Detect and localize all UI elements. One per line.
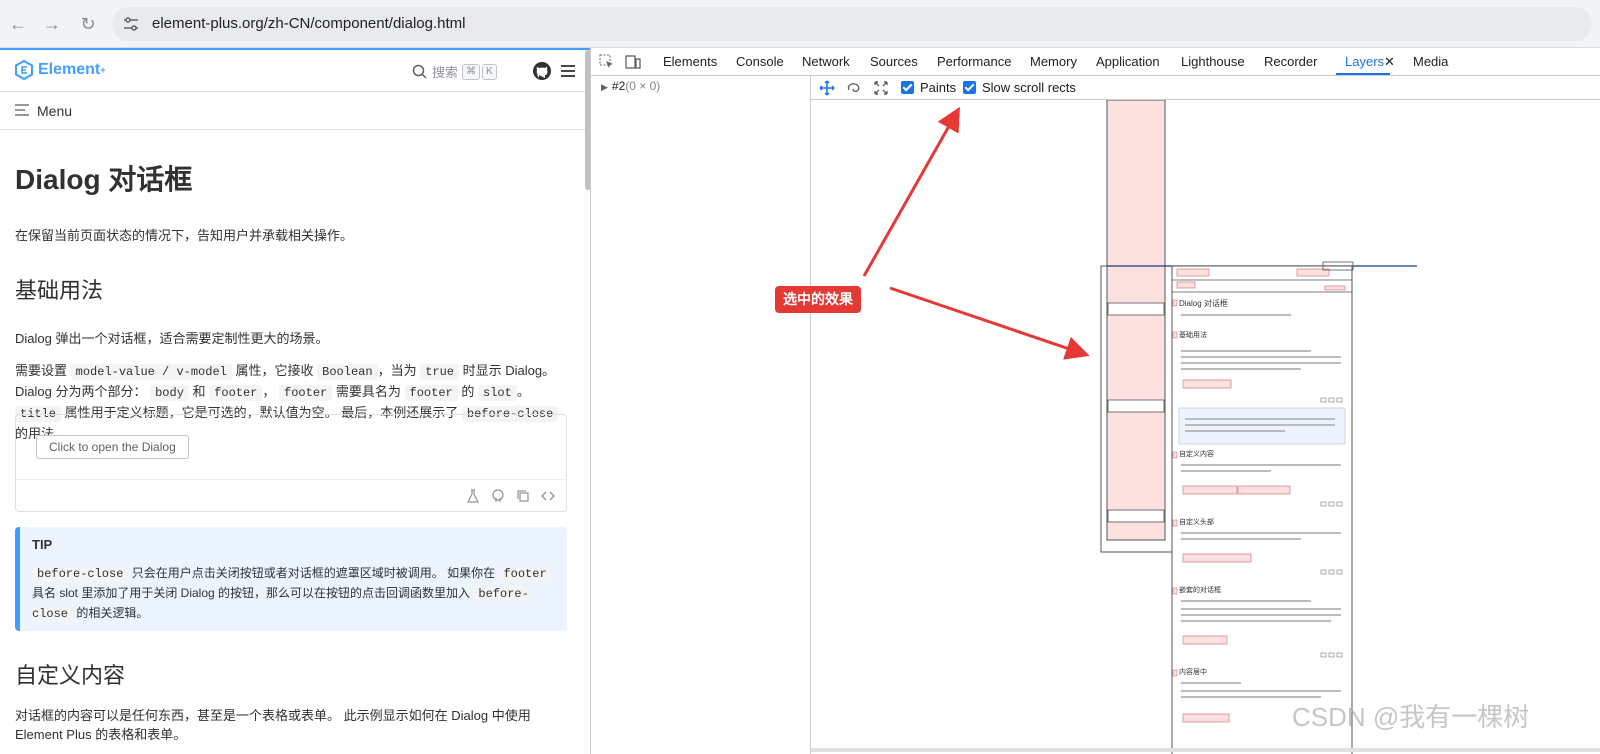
annotation-label: 选中的效果: [775, 286, 861, 313]
arrow-to-checkboxes: [862, 106, 960, 277]
watermark: CSDN @我有一棵树: [1292, 702, 1530, 732]
arrow-to-layer: [889, 286, 1090, 360]
annotation-arrows: [862, 106, 1090, 360]
